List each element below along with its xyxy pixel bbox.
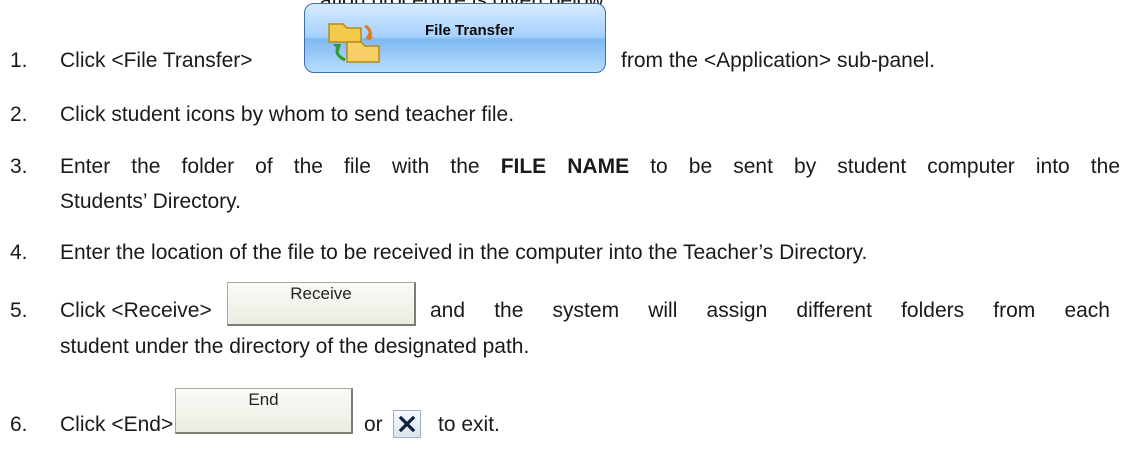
step-text-part: and the system will assign different fol… [430, 299, 1110, 322]
receive-button[interactable]: Receive [227, 282, 416, 326]
step-number: 5. [10, 299, 28, 322]
end-button[interactable]: End [175, 388, 353, 434]
end-label: End [248, 390, 279, 409]
close-icon [398, 415, 416, 433]
step-text: Click <Receive> [60, 299, 212, 322]
step-text: Enter the location of the file to be rec… [60, 241, 868, 264]
or-text: or [364, 413, 383, 436]
step-text: Click <File Transfer> [60, 49, 253, 72]
step-text: Click student icons by whom to send teac… [60, 103, 515, 126]
step-number: 4. [10, 241, 28, 264]
step-text-part: to be sent by student computer into the [650, 155, 1121, 178]
receive-label: Receive [290, 284, 352, 303]
step-number: 2. [10, 103, 28, 126]
file-transfer-label: File Transfer [425, 22, 515, 39]
step-text-after: from the <Application> sub-panel. [621, 49, 936, 72]
step-number: 1. [10, 49, 28, 72]
file-transfer-icon [328, 23, 380, 63]
step-text: Enter the folder of the file with the FI… [60, 154, 1120, 179]
step-text-part: Enter the folder of the file with the [60, 155, 480, 178]
step-text: Click <End> [60, 413, 174, 436]
file-name-emphasis: FILE NAME [500, 155, 630, 178]
step-number: 6. [10, 413, 28, 436]
step-3-continued: Students’ Directory. [60, 190, 241, 213]
step-5-continued: student under the directory of the desig… [60, 335, 530, 358]
to-exit-text: to exit. [438, 413, 500, 436]
close-button[interactable] [393, 410, 421, 438]
file-transfer-button[interactable]: File Transfer [304, 3, 606, 73]
step-3: 3. Enter the folder of the file with the… [10, 154, 1120, 179]
step-number: 3. [10, 155, 28, 178]
